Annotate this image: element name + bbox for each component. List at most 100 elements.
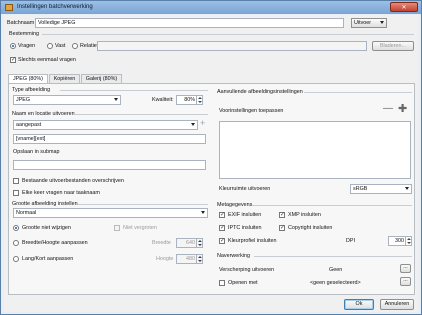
window-title: Instellingen batchverwerking	[17, 4, 93, 10]
iptc-checkbox[interactable]: ✓	[219, 225, 225, 231]
spin-arrows-icon	[196, 96, 202, 104]
kwaliteit-label: Kwaliteit:	[152, 97, 174, 103]
remove-preset-icon[interactable]: —	[383, 103, 393, 114]
breedte-value: 640	[186, 240, 195, 246]
annuleren-button[interactable]: Annuleren	[380, 299, 414, 310]
radio-vragen-label: Vragen	[18, 43, 36, 49]
batchnaam-input[interactable]: Volledige JPEG	[35, 18, 344, 28]
exif-checkbox[interactable]: ✓	[219, 212, 225, 218]
tab-kopieren[interactable]: Kopiëren	[49, 74, 80, 83]
metagegevens-divider	[252, 205, 412, 206]
copyright-checkbox[interactable]: ✓	[279, 225, 285, 231]
type-divider	[60, 90, 208, 91]
app-icon	[5, 4, 13, 11]
xmp-checkbox[interactable]: ✓	[279, 212, 285, 218]
exif-label: EXIF insluiten	[228, 212, 262, 218]
versch-value: Geen	[329, 267, 343, 273]
aanvullende-header: Aanvullende afbeeldingsinstellingen	[217, 89, 303, 95]
ok-button[interactable]: Ok	[344, 299, 374, 310]
naam-select-value: aangepast	[16, 122, 42, 128]
add-pattern-icon[interactable]: +	[200, 118, 205, 128]
elke-keer-label: Elke keer vragen naar taaknaam	[22, 190, 100, 196]
hoogte-value: 480	[186, 256, 195, 262]
naverwerking-divider	[254, 256, 412, 257]
openen-checkbox[interactable]	[219, 280, 225, 286]
chevron-down-icon	[405, 187, 409, 190]
dpi-label: DPI	[346, 238, 355, 244]
uitvoer-dropdown[interactable]: Uitvoer	[351, 18, 387, 28]
kwaliteit-value: 80%	[184, 97, 195, 103]
spin-arrows-icon	[405, 237, 411, 245]
kleurruimte-select[interactable]: sRGB	[350, 184, 412, 194]
slechts-label: Slechts eenmaal vragen	[18, 57, 76, 63]
openen-value: <geen geselecteerd>	[310, 280, 361, 286]
bestemming-path-input[interactable]	[97, 41, 367, 51]
chevron-down-icon	[114, 98, 118, 101]
lang-kort-label: Lang/Kort aanpassen	[22, 256, 74, 262]
iptc-label: IPTC insluiten	[228, 225, 262, 231]
openen-label: Openen met	[228, 280, 258, 286]
elke-keer-checkbox[interactable]	[13, 190, 19, 196]
chevron-down-icon	[201, 211, 205, 214]
grootte-select[interactable]: Normaal	[13, 208, 208, 218]
kleurprofiel-checkbox[interactable]: ✓	[219, 238, 225, 244]
kleurruimte-value: sRGB	[353, 186, 368, 192]
bestemming-divider	[42, 34, 414, 35]
breedte-label: Breedte	[152, 240, 171, 246]
bestemming-label: Bestemming	[9, 31, 39, 37]
grootte-header: Grootte afbeelding instellen	[12, 201, 78, 207]
naam-select[interactable]: aangepast	[13, 120, 198, 130]
radio-relatief-label: Relatief	[80, 43, 99, 49]
versch-label: Verscherping uitvoeren	[219, 267, 275, 273]
radio-relatief[interactable]	[72, 43, 78, 49]
radio-vast-label: Vast	[55, 43, 66, 49]
hoogte-label: Hoogte	[156, 256, 174, 262]
radio-breedte-hoogte[interactable]	[13, 240, 19, 246]
breedte-hoogte-label: Breedte/Hoogte aanpassen	[22, 240, 88, 246]
aanvullende-divider	[304, 92, 412, 93]
chevron-down-icon	[191, 123, 195, 126]
radio-vragen[interactable]	[10, 43, 16, 49]
radio-niet-wijzigen[interactable]	[13, 225, 19, 231]
spin-arrows-icon	[196, 255, 202, 263]
naam-locatie-header: Naam en locatie uitvoeren	[12, 111, 75, 117]
title-bar[interactable]: Instellingen batchverwerking ✕	[1, 1, 421, 14]
copyright-label: Copyright insluiten	[288, 225, 333, 231]
hoogte-stepper[interactable]: 480	[176, 254, 203, 264]
versch-browse-button[interactable]: ...	[400, 264, 411, 273]
add-preset-icon[interactable]: ✚	[398, 102, 407, 115]
kleurprofiel-label: Kleurprofiel insluiten	[228, 238, 277, 244]
uitvoer-label: Uitvoer	[354, 20, 372, 26]
dpi-value: 300	[395, 238, 404, 244]
bladeren-button[interactable]: Bladeren...	[372, 41, 414, 51]
metagegevens-header: Metagegevens	[217, 202, 253, 208]
grootte-select-value: Normaal	[16, 210, 37, 216]
settings-window: Instellingen batchverwerking ✕ Batchnaam…	[0, 0, 422, 315]
submap-input[interactable]	[13, 160, 206, 170]
breedte-stepper[interactable]: 640	[176, 238, 203, 248]
kwaliteit-stepper[interactable]: 80%	[176, 95, 203, 105]
pattern-input[interactable]: [vname][ext]	[13, 134, 206, 144]
slechts-checkbox[interactable]: ✓	[10, 57, 16, 63]
niet-vergroten-checkbox[interactable]	[114, 225, 120, 231]
radio-vast[interactable]	[47, 43, 53, 49]
naverwerking-header: Naverwerking	[217, 253, 250, 259]
radio-lang-kort[interactable]	[13, 256, 19, 262]
opslaan-label: Opslaan in submap	[13, 149, 60, 155]
xmp-label: XMP insluiten	[288, 212, 321, 218]
dialog-body: Batchnaam Volledige JPEG Uitvoer Bestemm…	[4, 15, 418, 312]
close-button[interactable]: ✕	[390, 2, 418, 12]
overschrijven-checkbox[interactable]	[13, 178, 19, 184]
type-select-value: JPEG	[16, 97, 31, 103]
grootte-divider	[78, 204, 208, 205]
voorinstellingen-list[interactable]	[219, 121, 411, 179]
niet-vergroten-label: Niet vergroten	[123, 225, 157, 231]
tab-galerij[interactable]: Galerij (80%)	[81, 74, 122, 83]
overschrijven-label: Bestaande uitvoerbestanden overschrijven	[22, 178, 124, 184]
dpi-stepper[interactable]: 300	[388, 236, 412, 246]
openen-browse-button[interactable]: ...	[400, 277, 411, 286]
kleurruimte-label: Kleurruimte uitvoeren	[219, 186, 271, 192]
type-select[interactable]: JPEG	[13, 95, 121, 105]
chevron-down-icon	[380, 21, 384, 24]
niet-wijzigen-label: Grootte niet wijzigen	[22, 225, 71, 231]
